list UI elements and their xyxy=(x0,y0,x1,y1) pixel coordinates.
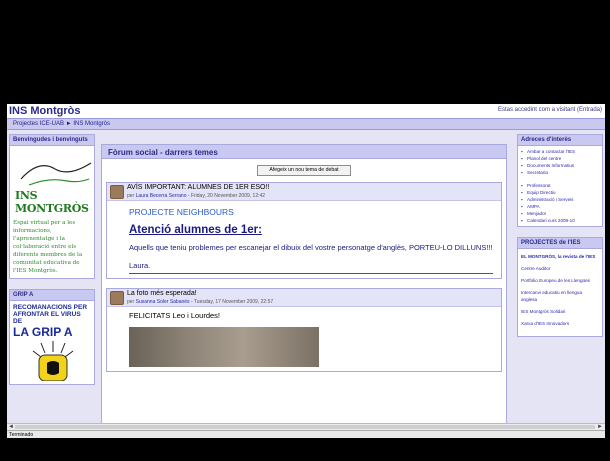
post-title: La foto més esperada! xyxy=(127,290,197,297)
links-block: Adreces d'interès Ambar a contactar l'IE… xyxy=(517,134,603,227)
right-column: Adreces d'interès Ambar a contactar l'IE… xyxy=(517,134,603,347)
post-attention-heading: Atenció alumnes de 1er: xyxy=(129,224,262,236)
site-header: INS Montgròs Estas accedint com a visita… xyxy=(7,104,605,118)
projects-block-heading: PROJECTES de l'IES xyxy=(518,238,602,249)
login-info[interactable]: Estas accedint com a visitant (Entrada) xyxy=(498,107,602,113)
post-project-label: PROJECTE NEIGHBOURS xyxy=(129,207,234,217)
post-photo xyxy=(129,327,319,367)
post-meta: per Laura Becerra Serrano - Friday, 20 N… xyxy=(127,193,265,199)
forum-post: La foto més esperada! per Susanna Soler … xyxy=(106,288,502,372)
new-topic-button[interactable]: Afegeix un nou tema de debat xyxy=(257,165,351,176)
link-secretaria[interactable]: Secretaria xyxy=(521,169,599,176)
status-text: Terminado xyxy=(9,432,34,438)
avatar[interactable] xyxy=(110,185,124,199)
status-bar: Terminado xyxy=(7,430,605,438)
post-signature: Laura. xyxy=(129,261,151,270)
post-by: per xyxy=(127,193,135,199)
project-revista[interactable]: EL MONTGRÒS, la revista de l'IES xyxy=(521,253,599,260)
browser-viewport: INS Montgròs Estas accedint com a visita… xyxy=(7,104,605,438)
horizontal-scrollbar[interactable]: ◄ ► xyxy=(7,423,605,430)
post-author-link[interactable]: Laura Becerra Serrano xyxy=(136,193,187,199)
welcome-text: Espai virtual per a les informacions, l'… xyxy=(13,220,83,274)
post-divider xyxy=(129,273,493,274)
left-column: Benvingudes i benvinguts INS MONTGRÒS Es… xyxy=(9,134,95,395)
post-date: - Tuesday, 17 November 2009, 22:57 xyxy=(190,299,274,305)
breadcrumb-current: INS Montgròs xyxy=(73,121,110,127)
project-centre-auditor[interactable]: Centre Auditor xyxy=(521,265,599,272)
breadcrumb-parent-link[interactable]: Projectes ICE-UAB xyxy=(13,121,64,127)
breadcrumb: Projectes ICE-UAB ► INS Montgròs xyxy=(7,118,605,130)
grip-illustration xyxy=(13,339,91,382)
link-equip-directiu[interactable]: Equip Directiu xyxy=(521,189,599,196)
logo-text: INS MONTGRÒS xyxy=(15,189,89,215)
breadcrumb-separator: ► xyxy=(65,121,72,127)
link-menjador[interactable]: Menjador xyxy=(521,210,599,217)
link-documents[interactable]: Documents Informatius xyxy=(521,162,599,169)
welcome-block: Benvingudes i benvinguts INS MONTGRÒS Es… xyxy=(9,134,95,279)
mountain-logo-icon xyxy=(20,162,92,186)
link-plan[interactable]: Planol del centre xyxy=(521,155,599,162)
forum-panel: Fòrum social - darrers temes Afegeix un … xyxy=(101,144,507,434)
forum-heading: Fòrum social - darrers temes xyxy=(102,145,506,159)
project-solidari[interactable]: IES Montgròs Solidari xyxy=(521,308,599,315)
scrollbar-thumb[interactable] xyxy=(15,425,595,429)
grip-block-heading: GRIP A xyxy=(10,290,94,301)
link-professorat[interactable]: Professorat xyxy=(521,182,599,189)
post-by: per xyxy=(127,299,135,305)
grip-block: GRIP A RECOMANACIONS PER AFRONTAR EL VIR… xyxy=(9,289,95,385)
link-ampa[interactable]: AMPA xyxy=(521,203,599,210)
links-block-heading: Adreces d'interès xyxy=(518,135,602,146)
link-contact[interactable]: Ambar a contactar l'IES xyxy=(521,148,599,155)
link-administracio[interactable]: Administració i Serveis xyxy=(521,196,599,203)
post-paragraph: Aquells que teniu problemes per escaneja… xyxy=(129,243,493,252)
project-xarxa[interactable]: Xarxa d'IES Innovadors xyxy=(521,320,599,327)
project-portfolio[interactable]: Portfolio Europeu de les Llengües xyxy=(521,277,599,284)
project-intercanvi[interactable]: Intercanvi educatiu en llengua anglesa xyxy=(521,289,599,303)
welcome-block-heading: Benvingudes i benvinguts xyxy=(10,135,94,146)
post-date: - Friday, 20 November 2009, 12:42 xyxy=(187,193,266,199)
post-title: AVÍS IMPORTANT: ALUMNES DE 1ER ESO!! xyxy=(127,184,270,191)
post-author-link[interactable]: Susanna Soler Sabanés xyxy=(136,299,190,305)
avatar[interactable] xyxy=(110,291,124,305)
post-greeting: FELICITATS Leo i Lourdes! xyxy=(129,311,221,320)
forum-post: AVÍS IMPORTANT: ALUMNES DE 1ER ESO!! per… xyxy=(106,182,502,279)
site-title[interactable]: INS Montgròs xyxy=(9,105,81,117)
projects-block: PROJECTES de l'IES EL MONTGRÒS, la revis… xyxy=(517,237,603,337)
grip-title-small[interactable]: RECOMANACIONS PER AFRONTAR EL VIRUS DE xyxy=(13,304,91,325)
school-logo: INS MONTGRÒS xyxy=(13,149,92,219)
virus-icon xyxy=(32,341,74,382)
grip-title-big[interactable]: LA GRIP A xyxy=(13,325,91,339)
link-calendari[interactable]: Calendari curs 2009-10 xyxy=(521,217,599,224)
post-meta: per Susanna Soler Sabanés - Tuesday, 17 … xyxy=(127,299,273,305)
